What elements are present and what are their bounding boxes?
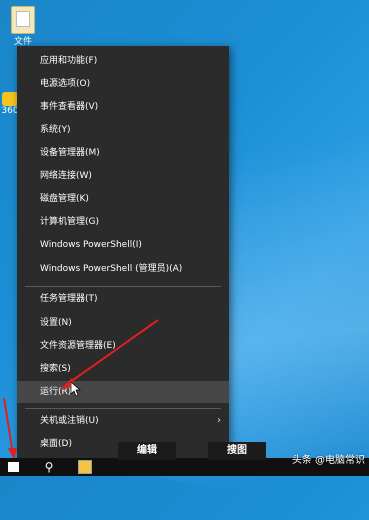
menu-item-label: 文件资源管理器(E) (40, 341, 116, 351)
menu-item-label: 电源选项(O) (40, 79, 91, 89)
menu-item-label: 磁盘管理(K) (40, 194, 89, 204)
menu-separator (25, 286, 221, 287)
app-360-icon (2, 92, 18, 106)
menu-item-label: 关机或注销(U) (40, 416, 99, 426)
menu-item-file-explorer[interactable]: 文件资源管理器(E) (17, 335, 229, 357)
menu-item-task-manager[interactable]: 任务管理器(T) (17, 288, 229, 310)
menu-item-label: 运行(R) (40, 387, 72, 397)
menu-item-computer-management[interactable]: 计算机管理(G) (17, 211, 229, 233)
edit-overlay-button[interactable]: 编辑 (118, 442, 176, 460)
menu-item-device-manager[interactable]: 设备管理器(M) (17, 142, 229, 164)
menu-item-search[interactable]: 搜索(S) (17, 358, 229, 380)
menu-item-network-connections[interactable]: 网络连接(W) (17, 165, 229, 187)
menu-item-label: 系统(Y) (40, 125, 71, 135)
menu-item-label: 桌面(D) (40, 439, 72, 449)
menu-item-label: 搜索(S) (40, 364, 71, 374)
menu-item-event-viewer[interactable]: 事件查看器(V) (17, 96, 229, 118)
menu-item-powershell-admin[interactable]: Windows PowerShell (管理员)(A) (17, 258, 229, 280)
menu-item-label: 事件查看器(V) (40, 102, 99, 112)
menu-item-shutdown-signout[interactable]: 关机或注销(U) › (17, 410, 229, 432)
menu-item-apps-features[interactable]: 应用和功能(F) (17, 50, 229, 72)
watermark: 头条 @电脑常识 (291, 455, 365, 466)
menu-item-settings[interactable]: 设置(N) (17, 312, 229, 334)
search-icon[interactable]: ⚲ (36, 458, 62, 476)
taskbar-app-icon[interactable] (78, 460, 92, 474)
folder-icon (11, 6, 35, 34)
windows-start-icon (8, 462, 19, 472)
menu-item-disk-management[interactable]: 磁盘管理(K) (17, 188, 229, 210)
menu-item-label: Windows PowerShell (管理员)(A) (40, 264, 183, 274)
menu-item-label: 网络连接(W) (40, 171, 92, 181)
menu-item-power-options[interactable]: 电源选项(O) (17, 73, 229, 95)
menu-item-powershell[interactable]: Windows PowerShell(I) (17, 234, 229, 256)
menu-item-label: 计算机管理(G) (40, 217, 99, 227)
chevron-right-icon: › (217, 415, 221, 426)
mouse-cursor-icon (71, 382, 81, 396)
menu-item-label: Windows PowerShell(I) (40, 240, 142, 250)
menu-item-label: 设置(N) (40, 318, 72, 328)
menu-item-system[interactable]: 系统(Y) (17, 119, 229, 141)
start-button[interactable] (0, 458, 30, 476)
menu-item-label: 任务管理器(T) (40, 294, 98, 304)
menu-item-label: 应用和功能(F) (40, 56, 98, 66)
menu-item-run[interactable]: 运行(R) (17, 381, 229, 403)
search-image-overlay-button[interactable]: 搜图 (208, 442, 266, 460)
winx-context-menu: 应用和功能(F) 电源选项(O) 事件查看器(V) 系统(Y) 设备管理器(M)… (17, 46, 229, 458)
menu-item-label: 设备管理器(M) (40, 148, 100, 158)
desktop-folder-icon[interactable]: 文件 (8, 6, 38, 47)
menu-separator (25, 408, 221, 409)
